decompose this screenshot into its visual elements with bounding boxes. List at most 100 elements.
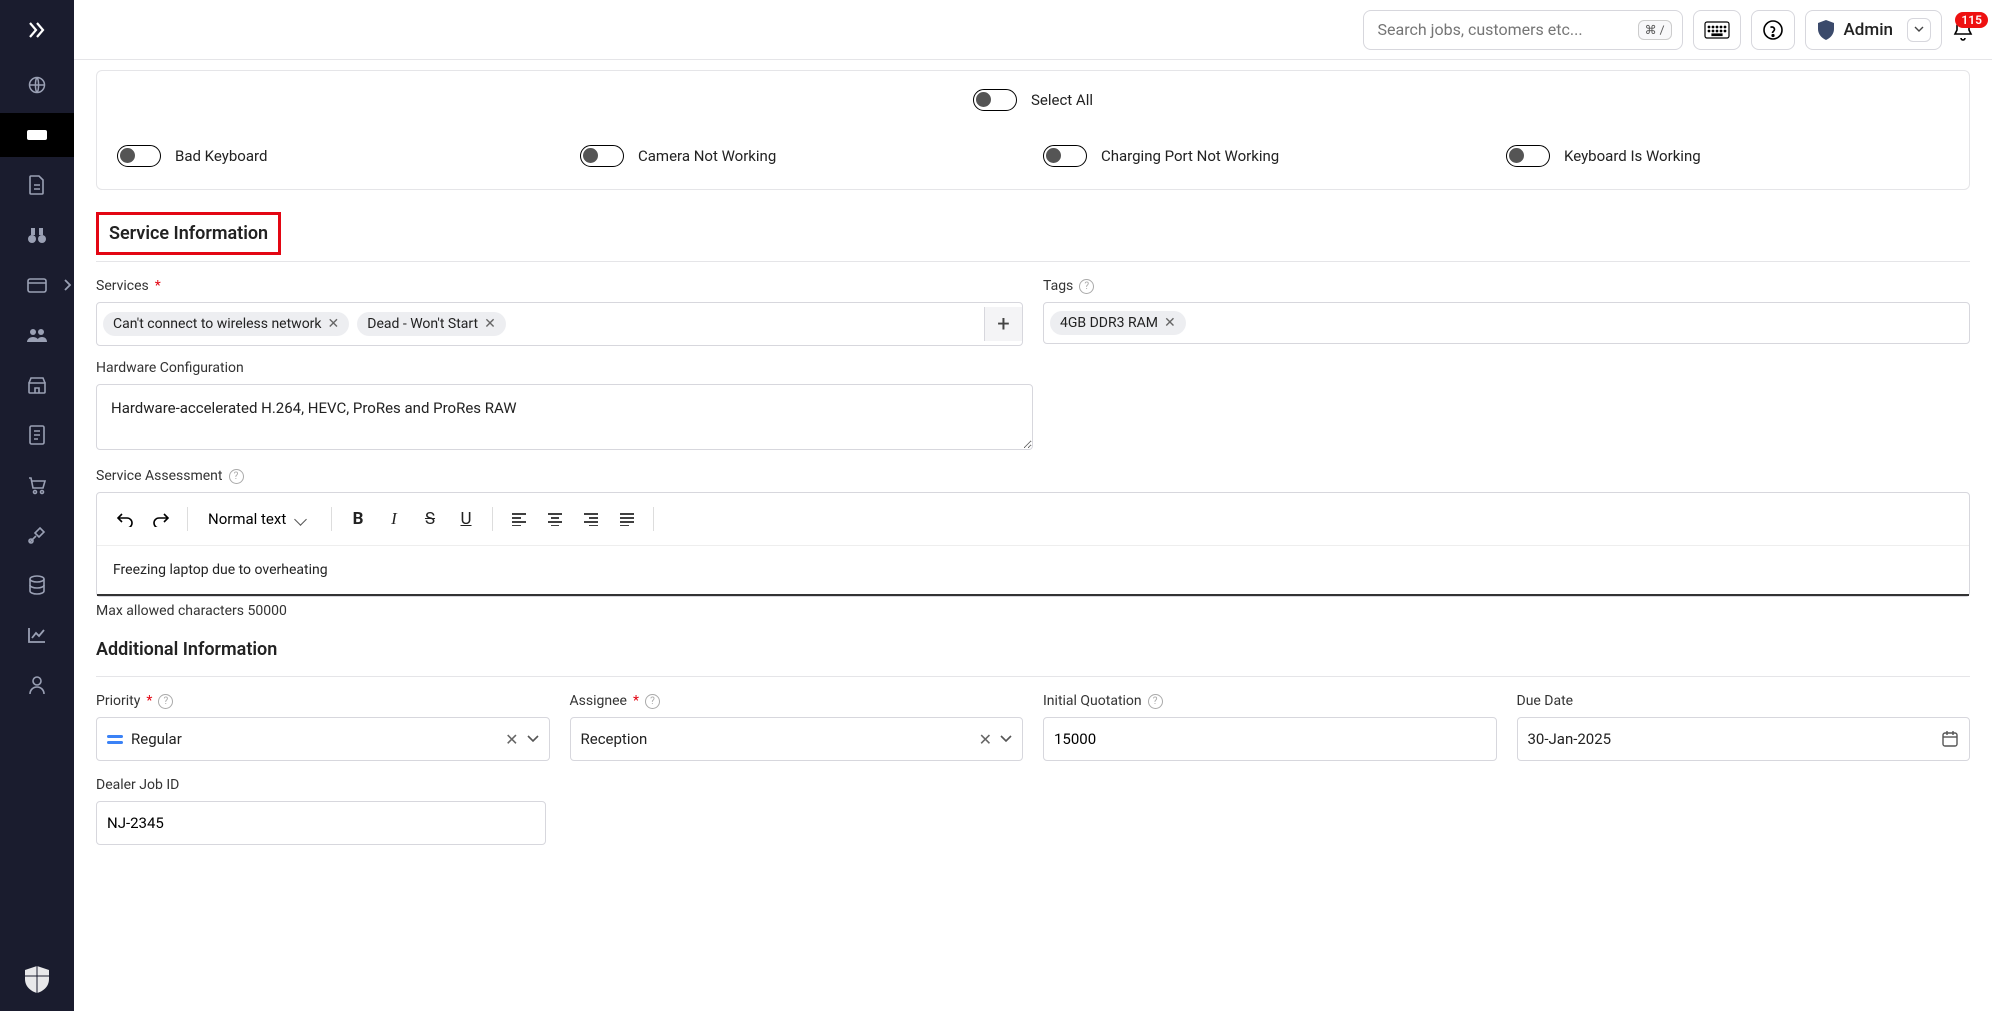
calendar-icon[interactable] bbox=[1941, 730, 1959, 748]
toggle-keyboard-working[interactable] bbox=[1506, 145, 1550, 167]
strike-button[interactable]: S bbox=[414, 503, 446, 535]
label-assessment: Service Assessment ? bbox=[96, 468, 1970, 484]
add-service-button[interactable]: + bbox=[984, 307, 1022, 341]
align-right-button[interactable] bbox=[575, 503, 607, 535]
search-input[interactable] bbox=[1378, 20, 1638, 39]
hardware-config-input[interactable]: Hardware-accelerated H.264, HEVC, ProRes… bbox=[96, 384, 1033, 450]
tags-input[interactable]: 4GB DDR3 RAM ✕ bbox=[1043, 302, 1970, 344]
sidebar-item-users[interactable] bbox=[15, 313, 59, 357]
keyboard-button[interactable] bbox=[1693, 10, 1741, 50]
sidebar-logo bbox=[15, 957, 59, 1001]
quotation-field[interactable] bbox=[1054, 730, 1486, 748]
help-icon[interactable]: ? bbox=[1079, 279, 1094, 294]
divider bbox=[96, 676, 1970, 677]
undo-button[interactable] bbox=[109, 503, 141, 535]
align-justify-button[interactable] bbox=[611, 503, 643, 535]
chevron-down-icon[interactable] bbox=[527, 735, 539, 743]
bold-button[interactable]: B bbox=[342, 503, 374, 535]
topbar: ⌘ / Admin 115 bbox=[74, 0, 1992, 60]
main-content: Select All Bad Keyboard Camera Not Worki… bbox=[74, 0, 1992, 869]
label-hardware: Hardware Configuration bbox=[96, 360, 1033, 376]
due-date-input[interactable]: 30-Jan-2025 bbox=[1517, 717, 1971, 761]
dealer-job-input[interactable] bbox=[96, 801, 546, 845]
separator bbox=[187, 507, 188, 531]
admin-menu[interactable]: Admin bbox=[1805, 10, 1942, 50]
search-shortcut-hint: ⌘ / bbox=[1638, 20, 1672, 40]
sidebar-item-wallet[interactable] bbox=[15, 263, 59, 307]
separator bbox=[331, 507, 332, 531]
notifications-button[interactable]: 115 bbox=[1952, 18, 1974, 42]
toggle-charging-port[interactable] bbox=[1043, 145, 1087, 167]
service-tag: Dead - Won't Start ✕ bbox=[357, 312, 506, 336]
sidebar-item-store[interactable] bbox=[15, 363, 59, 407]
remove-tag-icon[interactable]: ✕ bbox=[1164, 315, 1176, 331]
tag-chip: 4GB DDR3 RAM ✕ bbox=[1050, 311, 1186, 335]
toggle-label: Bad Keyboard bbox=[175, 147, 267, 165]
label-quotation: Initial Quotation ? bbox=[1043, 693, 1497, 709]
section-title-service-info: Service Information bbox=[96, 212, 281, 255]
editor-char-limit: Max allowed characters 50000 bbox=[96, 603, 1970, 619]
sidebar-item-cart[interactable] bbox=[15, 463, 59, 507]
sidebar-expand-button[interactable] bbox=[0, 0, 74, 60]
notification-badge: 115 bbox=[1955, 12, 1988, 28]
help-icon[interactable]: ? bbox=[1148, 694, 1163, 709]
toggle-camera-not-working[interactable] bbox=[580, 145, 624, 167]
chevron-down-icon[interactable] bbox=[1000, 735, 1012, 743]
separator bbox=[492, 507, 493, 531]
help-button[interactable] bbox=[1751, 10, 1795, 50]
label-tags: Tags ? bbox=[1043, 278, 1970, 294]
sidebar-item-database[interactable] bbox=[15, 563, 59, 607]
sidebar-item-document[interactable] bbox=[15, 413, 59, 457]
label-priority: Priority* ? bbox=[96, 693, 550, 709]
divider bbox=[96, 261, 1970, 262]
quotation-input[interactable] bbox=[1043, 717, 1497, 761]
clear-icon[interactable]: ✕ bbox=[979, 730, 992, 749]
help-icon[interactable]: ? bbox=[229, 469, 244, 484]
sidebar-item-globe[interactable] bbox=[15, 63, 59, 107]
sidebar-item-binoculars[interactable] bbox=[15, 213, 59, 257]
label-services: Services* bbox=[96, 278, 1023, 294]
clear-icon[interactable]: ✕ bbox=[505, 730, 518, 749]
toggle-label: Camera Not Working bbox=[638, 147, 776, 165]
service-tag: Can't connect to wireless network ✕ bbox=[103, 312, 349, 336]
toggle-bad-keyboard[interactable] bbox=[117, 145, 161, 167]
chevron-right-icon bbox=[63, 279, 71, 291]
dealer-job-field[interactable] bbox=[107, 814, 535, 832]
section-title-additional: Additional Information bbox=[96, 639, 1970, 670]
sidebar bbox=[0, 0, 74, 1011]
remove-tag-icon[interactable]: ✕ bbox=[484, 316, 496, 332]
checklist-panel: Select All Bad Keyboard Camera Not Worki… bbox=[96, 70, 1970, 190]
italic-button[interactable]: I bbox=[378, 503, 410, 535]
label-assignee: Assignee* ? bbox=[570, 693, 1024, 709]
align-left-button[interactable] bbox=[503, 503, 535, 535]
help-icon[interactable]: ? bbox=[645, 694, 660, 709]
priority-select[interactable]: Regular ✕ bbox=[96, 717, 550, 761]
label-due-date: Due Date bbox=[1517, 693, 1971, 709]
toggle-label: Keyboard Is Working bbox=[1564, 147, 1701, 165]
sidebar-item-chart[interactable] bbox=[15, 613, 59, 657]
sidebar-item-person[interactable] bbox=[15, 663, 59, 707]
toggle-label: Select All bbox=[1031, 91, 1093, 109]
rich-editor: Normal text B I S U bbox=[96, 492, 1970, 597]
editor-toolbar: Normal text B I S U bbox=[97, 493, 1969, 546]
sidebar-item-tools[interactable] bbox=[15, 513, 59, 557]
text-style-select[interactable]: Normal text bbox=[198, 504, 315, 534]
assignee-select[interactable]: Reception ✕ bbox=[570, 717, 1024, 761]
sidebar-item-ticket[interactable] bbox=[0, 113, 74, 157]
help-icon[interactable]: ? bbox=[158, 694, 173, 709]
chevron-down-icon bbox=[1907, 18, 1931, 42]
underline-button[interactable]: U bbox=[450, 503, 482, 535]
redo-button[interactable] bbox=[145, 503, 177, 535]
remove-tag-icon[interactable]: ✕ bbox=[328, 316, 340, 332]
separator bbox=[653, 507, 654, 531]
label-dealer-job: Dealer Job ID bbox=[96, 777, 546, 793]
services-input[interactable]: Can't connect to wireless network ✕ Dead… bbox=[96, 302, 1023, 346]
align-center-button[interactable] bbox=[539, 503, 571, 535]
admin-label: Admin bbox=[1844, 20, 1893, 40]
sidebar-item-file[interactable] bbox=[15, 163, 59, 207]
toggle-select-all[interactable] bbox=[973, 89, 1017, 111]
editor-body[interactable]: Freezing laptop due to overheating bbox=[97, 546, 1969, 596]
search-field[interactable]: ⌘ / bbox=[1363, 10, 1683, 50]
toggle-label: Charging Port Not Working bbox=[1101, 147, 1279, 165]
priority-icon bbox=[107, 735, 123, 744]
